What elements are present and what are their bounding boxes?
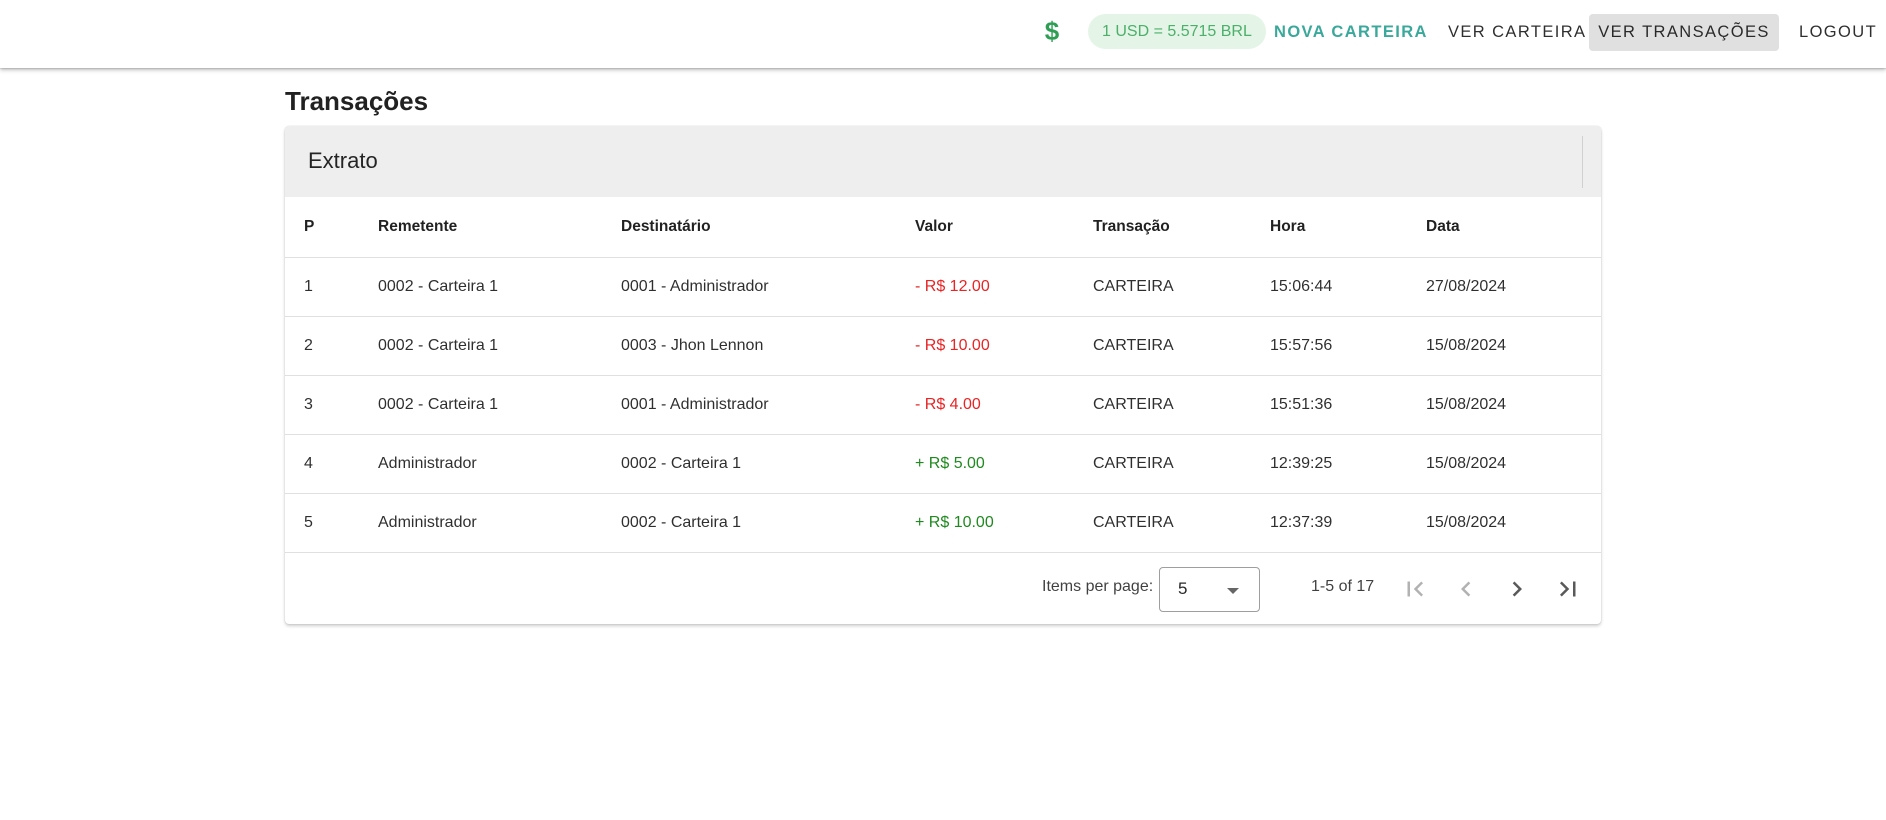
chevron-right-icon	[1512, 581, 1522, 597]
next-page-button[interactable]	[1502, 574, 1532, 604]
column-header-transacao: Transação	[1093, 218, 1170, 235]
cell-remetente: Administrador	[378, 514, 477, 531]
card-header-title: Extrato	[308, 148, 378, 173]
table-row: 5 Administrador 0002 - Carteira 1 + R$ 1…	[285, 494, 1601, 553]
previous-page-button[interactable]	[1451, 574, 1481, 604]
cell-data: 15/08/2024	[1426, 396, 1507, 413]
paginator: Items per page: 5 1-5 of 17	[285, 554, 1601, 624]
exchange-rate-chip: 1 USD = 5.5715 BRL	[1088, 14, 1266, 49]
cell-p: 5	[304, 514, 313, 531]
first-page-icon	[1407, 581, 1424, 597]
cell-p: 3	[304, 396, 313, 413]
table-row: 2 0002 - Carteira 1 0003 - Jhon Lennon -…	[285, 317, 1601, 376]
page-range-label: 1-5 of 17	[1311, 578, 1375, 595]
nav-ver-carteira-button[interactable]: VER CARTEIRA	[1430, 14, 1604, 51]
cell-hora: 12:37:39	[1270, 514, 1333, 531]
cell-destinatario: 0003 - Jhon Lennon	[621, 337, 764, 354]
cell-p: 2	[304, 337, 313, 354]
last-page-icon	[1559, 581, 1576, 597]
cell-remetente: 0002 - Carteira 1	[378, 337, 499, 354]
column-header-data: Data	[1426, 218, 1460, 235]
items-per-page-select[interactable]: 5	[1159, 567, 1260, 612]
dollar-icon: $	[1044, 16, 1060, 46]
table-row: 1 0002 - Carteira 1 0001 - Administrador…	[285, 258, 1601, 317]
cell-hora: 12:39:25	[1270, 455, 1333, 472]
cell-valor: + R$ 10.00	[915, 514, 994, 531]
column-header-valor: Valor	[915, 218, 953, 235]
cell-hora: 15:06:44	[1270, 278, 1333, 295]
cell-transacao: CARTEIRA	[1093, 396, 1174, 413]
cell-destinatario: 0001 - Administrador	[621, 396, 769, 413]
page-title: Transações	[285, 86, 429, 116]
cell-remetente: 0002 - Carteira 1	[378, 278, 499, 295]
cell-data: 27/08/2024	[1426, 278, 1507, 295]
column-header-p: P	[304, 218, 315, 235]
cell-remetente: 0002 - Carteira 1	[378, 396, 499, 413]
cell-destinatario: 0002 - Carteira 1	[621, 514, 742, 531]
logout-button[interactable]: LOGOUT	[1781, 14, 1886, 51]
column-header-remetente: Remetente	[378, 218, 458, 235]
header-divider	[1582, 136, 1583, 188]
cell-p: 4	[304, 455, 313, 472]
cell-data: 15/08/2024	[1426, 455, 1507, 472]
cell-valor: - R$ 12.00	[915, 278, 990, 295]
cell-valor: + R$ 5.00	[915, 455, 985, 472]
first-page-button[interactable]	[1400, 574, 1430, 604]
cell-data: 15/08/2024	[1426, 514, 1507, 531]
transactions-card: Extrato P Remetente Destinatário Valor T…	[285, 126, 1601, 624]
items-per-page-value: 5	[1178, 579, 1188, 598]
nav-nova-carteira-button[interactable]: NOVA CARTEIRA	[1256, 14, 1446, 51]
top-toolbar: $ 1 USD = 5.5715 BRL NOVA CARTEIRA VER C…	[0, 0, 1886, 68]
table-header-row: P Remetente Destinatário Valor Transação…	[285, 197, 1601, 258]
table-row: 3 0002 - Carteira 1 0001 - Administrador…	[285, 376, 1601, 435]
dropdown-caret-icon	[1227, 588, 1239, 594]
cell-transacao: CARTEIRA	[1093, 514, 1174, 531]
table-row: 4 Administrador 0002 - Carteira 1 + R$ 5…	[285, 435, 1601, 494]
cell-transacao: CARTEIRA	[1093, 337, 1174, 354]
last-page-button[interactable]	[1553, 574, 1583, 604]
cell-data: 15/08/2024	[1426, 337, 1507, 354]
chevron-left-icon	[1461, 581, 1471, 597]
column-header-destinatario: Destinatário	[621, 218, 711, 235]
cell-p: 1	[304, 278, 313, 295]
cell-transacao: CARTEIRA	[1093, 278, 1174, 295]
cell-remetente: Administrador	[378, 455, 477, 472]
card-header: Extrato	[285, 126, 1601, 197]
column-header-hora: Hora	[1270, 218, 1306, 235]
cell-valor: - R$ 4.00	[915, 396, 981, 413]
cell-hora: 15:57:56	[1270, 337, 1333, 354]
cell-valor: - R$ 10.00	[915, 337, 990, 354]
cell-destinatario: 0002 - Carteira 1	[621, 455, 742, 472]
cell-hora: 15:51:36	[1270, 396, 1333, 413]
cell-destinatario: 0001 - Administrador	[621, 278, 769, 295]
nav-ver-transacoes-button[interactable]: VER TRANSAÇÕES	[1589, 14, 1779, 51]
items-per-page-label: Items per page:	[1042, 578, 1154, 595]
cell-transacao: CARTEIRA	[1093, 455, 1174, 472]
